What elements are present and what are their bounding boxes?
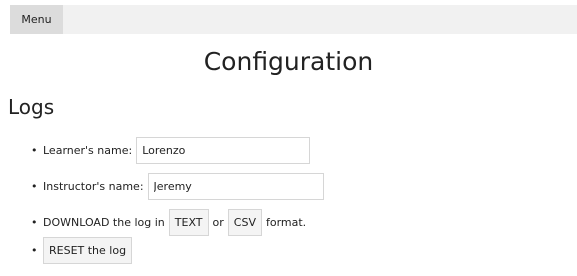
learner-name-label: Learner's name: <box>43 143 133 157</box>
bullet: • <box>31 143 38 157</box>
top-bar: Menu <box>10 5 577 34</box>
learner-name-input[interactable] <box>136 136 311 164</box>
bullet: • <box>31 215 38 229</box>
bullet: • <box>31 179 38 193</box>
download-log-row: • DOWNLOAD the log in TEXT or CSV format… <box>31 208 310 236</box>
instructor-name-row: • Instructor's name: <box>31 172 324 200</box>
menu-button[interactable]: Menu <box>10 5 63 34</box>
download-text-button[interactable]: TEXT <box>168 208 209 236</box>
instructor-name-input[interactable] <box>147 172 324 200</box>
or-text: or <box>212 215 224 229</box>
page-title: Configuration <box>203 47 374 76</box>
learner-name-row: • Learner's name: <box>31 136 311 164</box>
download-prefix-text: DOWNLOAD the log in <box>43 215 165 229</box>
download-csv-button[interactable]: CSV <box>227 208 262 236</box>
logs-section-title: Logs <box>8 95 55 119</box>
reset-log-button[interactable]: RESET the log <box>43 236 133 264</box>
format-suffix-text: format. <box>265 215 307 229</box>
instructor-name-label: Instructor's name: <box>43 179 144 193</box>
reset-log-row: • RESET the log <box>31 236 133 264</box>
bullet: • <box>31 243 38 257</box>
